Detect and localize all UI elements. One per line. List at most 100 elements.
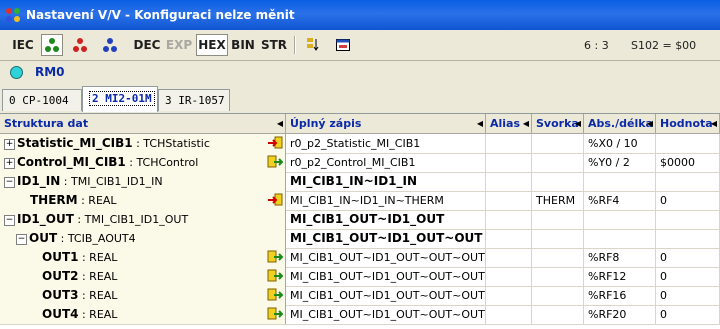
abs-length-cell[interactable]: %Y0 / 2 <box>584 153 656 172</box>
value-cell[interactable]: 0 <box>656 248 720 267</box>
abs-length-cell[interactable]: %RF20 <box>584 305 656 324</box>
structure-cell[interactable]: THERM : REAL <box>0 191 286 210</box>
alias-cell[interactable] <box>486 286 532 305</box>
table-row[interactable]: THERM : REAL MI_CIB1_IN~ID1_IN~THERM THERM… <box>0 191 720 211</box>
value-cell[interactable] <box>656 229 720 248</box>
hex-button[interactable]: HEX <box>196 34 228 56</box>
full-name-cell[interactable]: r0_p2_Statistic_MI_CIB1 <box>286 134 486 153</box>
structure-cell[interactable]: OUT1 : REAL <box>0 248 286 267</box>
alias-cell[interactable] <box>486 210 532 229</box>
tab-ir-1057[interactable]: 3 IR-1057 <box>158 89 230 111</box>
full-name-cell[interactable]: MI_CIB1_OUT~ID1_OUT~OUT~OUT2 <box>286 267 486 286</box>
abs-length-cell[interactable]: %RF16 <box>584 286 656 305</box>
column-header-abs[interactable]: Abs./délka ◀ <box>584 114 656 133</box>
column-header-full[interactable]: Úplný zápis ◀ <box>286 114 486 133</box>
full-name-cell[interactable]: MI_CIB1_IN~ID1_IN~THERM <box>286 191 486 210</box>
value-cell[interactable]: 0 <box>656 191 720 210</box>
value-cell[interactable]: 0 <box>656 286 720 305</box>
value-cell[interactable] <box>656 210 720 229</box>
column-header-svorka[interactable]: Svorka ◀ <box>532 114 584 133</box>
window-view-button[interactable] <box>332 34 354 56</box>
table-row[interactable]: OUT3 : REAL MI_CIB1_OUT~ID1_OUT~OUT~OUT3%… <box>0 286 720 306</box>
variable-type: : REAL <box>81 289 118 302</box>
expand-icon[interactable]: + <box>4 138 15 150</box>
column-header-value[interactable]: Hodnota ◀ <box>656 114 720 133</box>
structure-cell[interactable]: − ID1_IN : TMI_CIB1_ID1_IN <box>0 172 286 191</box>
sort-button[interactable] <box>302 34 324 56</box>
alias-cell[interactable] <box>486 267 532 286</box>
table-row[interactable]: − ID1_IN : TMI_CIB1_ID1_IN MI_CIB1_IN~ID1_… <box>0 172 720 192</box>
value-cell[interactable] <box>656 172 720 191</box>
structure-cell[interactable]: OUT2 : REAL <box>0 267 286 286</box>
column-header-svorka-label: Svorka <box>536 117 579 130</box>
tab-cp-1004[interactable]: 0 CP-1004 <box>2 89 82 111</box>
table-row[interactable]: − ID1_OUT : TMI_CIB1_ID1_OUT MI_CIB1_OUT~I… <box>0 210 720 230</box>
column-header-alias[interactable]: Alias ◀ <box>486 114 532 133</box>
collapse-icon[interactable]: − <box>4 214 15 226</box>
data-grid: Struktura dat ◀ Úplný zápis ◀ Alias ◀ Svork… <box>0 113 720 329</box>
str-button[interactable]: STR <box>260 34 288 56</box>
terminal-cell[interactable] <box>532 286 584 305</box>
abs-length-cell[interactable] <box>584 210 656 229</box>
output-arrow-icon <box>267 307 284 321</box>
abs-length-cell[interactable]: %RF12 <box>584 267 656 286</box>
terminal-cell[interactable] <box>532 248 584 267</box>
dec-button[interactable]: DEC <box>133 34 161 56</box>
terminal-cell[interactable] <box>532 267 584 286</box>
structure-cell[interactable]: + Control_MI_CIB1 : TCHControl <box>0 153 286 172</box>
alias-cell[interactable] <box>486 229 532 248</box>
value-cell[interactable]: $0000 <box>656 153 720 172</box>
run-mode-blue-button[interactable] <box>99 34 121 56</box>
abs-length-cell[interactable]: %X0 / 10 <box>584 134 656 153</box>
full-name-cell[interactable]: MI_CIB1_OUT~ID1_OUT <box>286 210 486 229</box>
full-name-cell[interactable]: MI_CIB1_OUT~ID1_OUT~OUT~OUT4 <box>286 305 486 324</box>
table-row[interactable]: OUT4 : REAL MI_CIB1_OUT~ID1_OUT~OUT~OUT4%… <box>0 305 720 325</box>
run-mode-green-button[interactable] <box>41 34 63 56</box>
structure-cell[interactable]: OUT4 : REAL <box>0 305 286 324</box>
full-name-cell[interactable]: r0_p2_Control_MI_CIB1 <box>286 153 486 172</box>
column-header-structure[interactable]: Struktura dat ◀ <box>0 114 286 133</box>
table-row[interactable]: + Statistic_MI_CIB1 : TCHStatistic r0_p2_S… <box>0 134 720 154</box>
full-name-cell[interactable]: MI_CIB1_OUT~ID1_OUT~OUT <box>286 229 486 248</box>
tab-mi2-01m[interactable]: 2 MI2-01M <box>82 86 158 112</box>
table-row[interactable]: − OUT : TCIB_AOUT4 MI_CIB1_OUT~ID1_OUT~OUT <box>0 229 720 249</box>
collapse-icon[interactable]: − <box>4 176 15 188</box>
rack-module-row: RM0 <box>0 61 720 83</box>
structure-cell[interactable]: + Statistic_MI_CIB1 : TCHStatistic <box>0 134 286 153</box>
alias-cell[interactable] <box>486 134 532 153</box>
structure-cell[interactable]: − ID1_OUT : TMI_CIB1_ID1_OUT <box>0 210 286 229</box>
structure-cell[interactable]: − OUT : TCIB_AOUT4 <box>0 229 286 248</box>
table-row[interactable]: OUT1 : REAL MI_CIB1_OUT~ID1_OUT~OUT~OUT1%… <box>0 248 720 268</box>
alias-cell[interactable] <box>486 248 532 267</box>
iec-button[interactable]: IEC <box>10 34 36 56</box>
terminal-cell[interactable] <box>532 172 584 191</box>
value-cell[interactable] <box>656 134 720 153</box>
full-name-cell[interactable]: MI_CIB1_OUT~ID1_OUT~OUT~OUT3 <box>286 286 486 305</box>
abs-length-cell[interactable] <box>584 172 656 191</box>
value-cell[interactable]: 0 <box>656 267 720 286</box>
structure-cell[interactable]: OUT3 : REAL <box>0 286 286 305</box>
terminal-cell[interactable] <box>532 305 584 324</box>
full-name-cell[interactable]: MI_CIB1_IN~ID1_IN <box>286 172 486 191</box>
run-mode-red-button[interactable] <box>69 34 91 56</box>
alias-cell[interactable] <box>486 172 532 191</box>
collapse-icon[interactable]: − <box>16 233 27 245</box>
value-cell[interactable]: 0 <box>656 305 720 324</box>
alias-cell[interactable] <box>486 305 532 324</box>
terminal-cell[interactable] <box>532 210 584 229</box>
abs-length-cell[interactable] <box>584 229 656 248</box>
table-row[interactable]: OUT2 : REAL MI_CIB1_OUT~ID1_OUT~OUT~OUT2%… <box>0 267 720 287</box>
alias-cell[interactable] <box>486 191 532 210</box>
full-name-cell[interactable]: MI_CIB1_OUT~ID1_OUT~OUT~OUT1 <box>286 248 486 267</box>
abs-length-cell[interactable]: %RF4 <box>584 191 656 210</box>
bin-button[interactable]: BIN <box>231 34 255 56</box>
abs-length-cell[interactable]: %RF8 <box>584 248 656 267</box>
terminal-cell[interactable] <box>532 134 584 153</box>
expand-icon[interactable]: + <box>4 157 15 169</box>
exp-button[interactable]: EXP <box>165 34 193 56</box>
terminal-cell[interactable] <box>532 153 584 172</box>
terminal-cell[interactable] <box>532 229 584 248</box>
table-row[interactable]: + Control_MI_CIB1 : TCHControl r0_p2_Contr… <box>0 153 720 173</box>
terminal-cell[interactable]: THERM <box>532 191 584 210</box>
alias-cell[interactable] <box>486 153 532 172</box>
